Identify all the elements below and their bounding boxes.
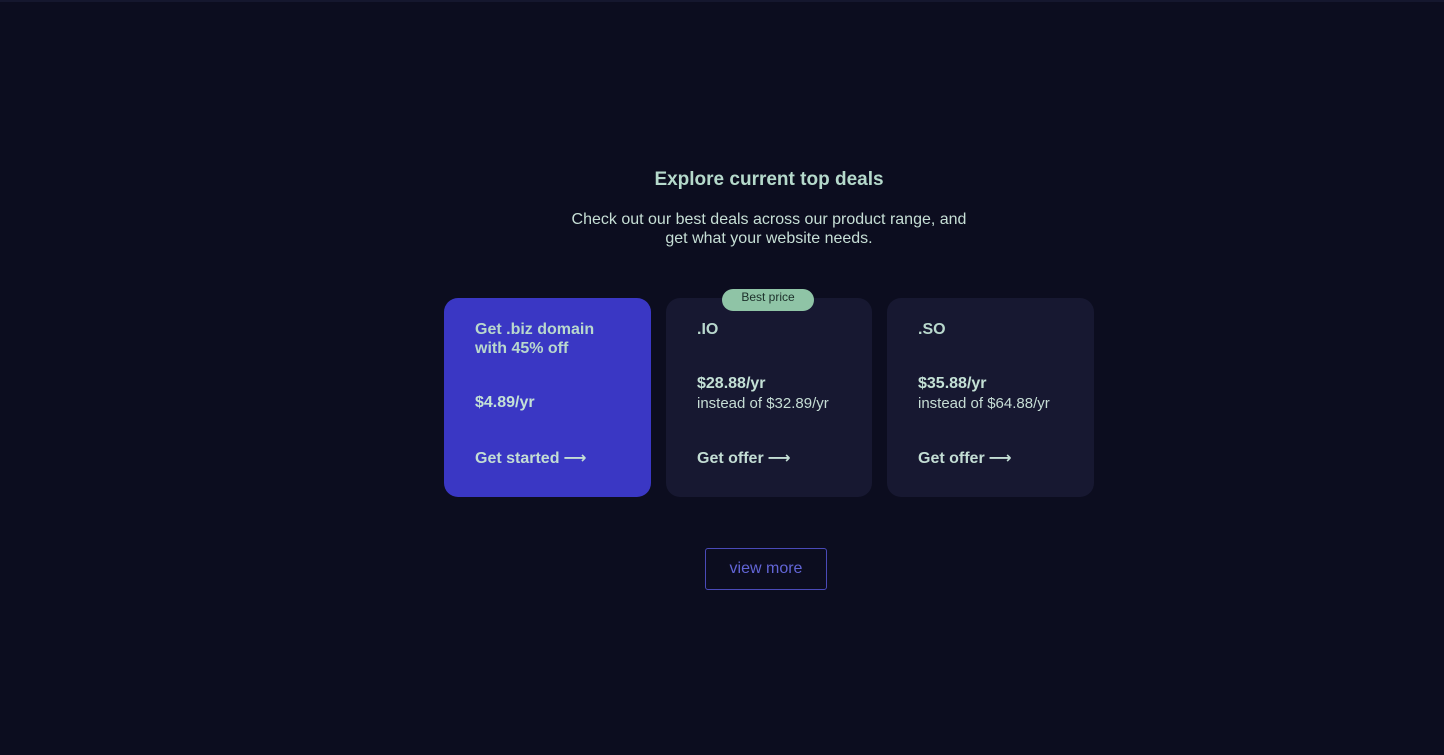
cta-label: Get started [475, 450, 560, 467]
get-offer-link[interactable]: Get offer ⟶ [697, 448, 791, 468]
section-heading: Explore current top deals [654, 169, 884, 190]
deal-price: $28.88/yr [697, 375, 766, 392]
deal-title: .SO [918, 321, 946, 338]
best-price-badge: Best price [722, 289, 814, 311]
deal-title: .IO [697, 321, 719, 338]
deal-original-price: instead of $32.89/yr [697, 395, 829, 412]
cta-label: Get offer [918, 450, 985, 467]
long-right-arrow-icon: ⟶ [563, 450, 587, 467]
top-deals-section: Explore current top deals Check out our … [0, 0, 1444, 755]
long-right-arrow-icon: ⟶ [988, 450, 1012, 467]
deal-original-price: instead of $64.88/yr [918, 395, 1050, 412]
get-started-link[interactable]: Get started ⟶ [475, 448, 586, 468]
cta-label: Get offer [697, 450, 764, 467]
view-more-button[interactable]: view more [705, 548, 827, 590]
deal-card-io[interactable]: .IO $28.88/yr instead of $32.89/yr Get o… [666, 298, 872, 497]
deal-card-so[interactable]: .SO $35.88/yr instead of $64.88/yr Get o… [887, 298, 1094, 497]
section-subtitle: Check out our best deals across our prod… [571, 211, 967, 247]
long-right-arrow-icon: ⟶ [767, 450, 791, 467]
deal-title: Get .biz domain with 45% off [475, 321, 595, 357]
deal-price: $35.88/yr [918, 375, 987, 392]
deal-price: $4.89/yr [475, 394, 535, 411]
deal-card-biz[interactable]: Get .biz domain with 45% off $4.89/yr Ge… [444, 298, 651, 497]
get-offer-link[interactable]: Get offer ⟶ [918, 448, 1012, 468]
